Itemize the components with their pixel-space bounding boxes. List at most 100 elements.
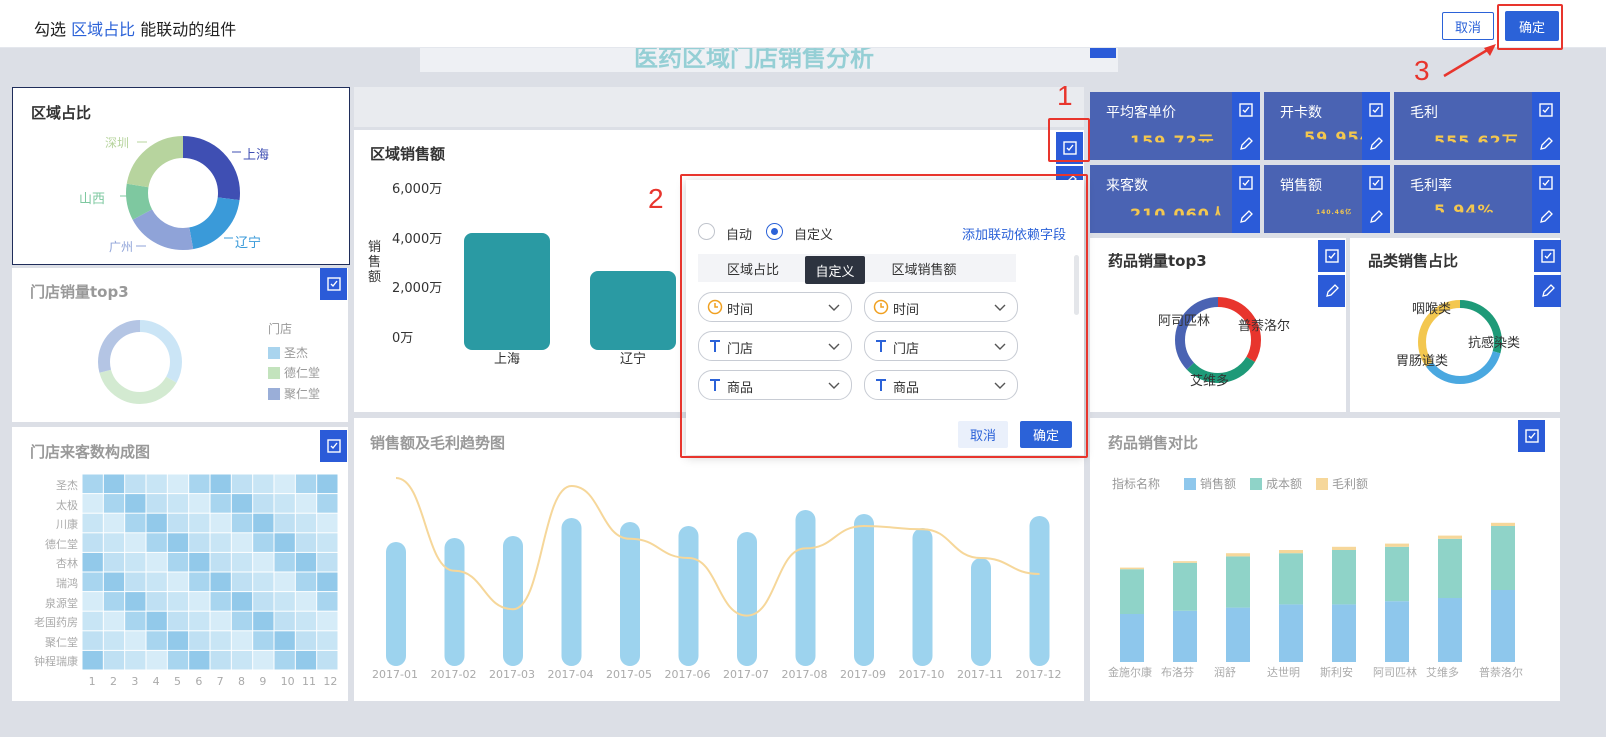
heatmap-cell bbox=[167, 611, 189, 631]
heatmap-row-label: 聚仁堂 bbox=[45, 635, 78, 649]
instruction-suffix: 能联动的组件 bbox=[140, 20, 237, 39]
link-checkbox-icon[interactable] bbox=[1318, 240, 1345, 272]
kpi-value: 159.72元 bbox=[1130, 132, 1215, 151]
top-cancel-button[interactable]: 取消 bbox=[1442, 12, 1494, 40]
x-tick-label: 2017-09 bbox=[840, 668, 886, 681]
edit-icon[interactable] bbox=[1538, 209, 1554, 225]
store-top3-panel[interactable]: 门店销量top3 门店 圣杰 德仁堂 聚仁堂 bbox=[12, 268, 348, 422]
bar bbox=[444, 538, 465, 666]
heatmap-cell bbox=[231, 572, 253, 592]
link-checkbox-icon[interactable] bbox=[1368, 175, 1384, 191]
heatmap-cell bbox=[103, 552, 125, 572]
heatmap-cell bbox=[146, 650, 167, 670]
edit-icon[interactable] bbox=[1238, 209, 1254, 225]
heatmap-row-label: 德仁堂 bbox=[45, 537, 78, 551]
instruction-highlight: 区域占比 bbox=[71, 20, 136, 39]
region-share-panel[interactable]: 区域占比 深圳 上海 山西 辽宁 广州 bbox=[12, 87, 350, 265]
heatmap-cell bbox=[103, 650, 125, 670]
drug-top3-panel[interactable]: 药品销量top3 阿司匹林 普萘洛尔 艾维多 bbox=[1090, 238, 1346, 412]
heatmap-cell bbox=[125, 611, 146, 631]
legend-label: 成本额 bbox=[1266, 477, 1303, 491]
legend-item[interactable]: 聚仁堂 bbox=[268, 385, 320, 402]
link-checkbox-icon[interactable] bbox=[1538, 175, 1554, 191]
kpi-actions bbox=[1532, 165, 1560, 233]
heatmap-cell bbox=[317, 631, 338, 650]
legend-label: 毛利额 bbox=[1332, 477, 1369, 491]
heatmap-cell bbox=[146, 552, 167, 572]
y-tick-label: 2,000万 bbox=[392, 281, 443, 296]
heatmap-cell bbox=[317, 533, 338, 552]
link-checkbox-icon[interactable] bbox=[1534, 240, 1561, 272]
heatmap-row-label: 泉源堂 bbox=[45, 596, 78, 610]
link-checkbox-icon[interactable] bbox=[320, 268, 347, 300]
link-checkbox-icon[interactable] bbox=[320, 430, 347, 462]
kpi-card[interactable]: 销售额 140.46亿 bbox=[1264, 165, 1390, 233]
legend-item[interactable]: 毛利额 bbox=[1316, 475, 1368, 492]
x-tick-label: 辽宁 bbox=[620, 352, 647, 367]
heatmap-col-label: 11 bbox=[302, 675, 316, 688]
edit-icon[interactable] bbox=[1538, 136, 1554, 152]
x-tick-label: 上海 bbox=[494, 352, 521, 367]
heatmap-cell bbox=[274, 533, 295, 552]
link-checkbox-icon[interactable] bbox=[1238, 102, 1254, 118]
edit-icon[interactable] bbox=[1368, 136, 1384, 152]
heatmap-cell bbox=[189, 494, 210, 513]
heatmap-cell bbox=[146, 494, 167, 513]
bar bbox=[1173, 561, 1197, 563]
x-tick-label: 2017-06 bbox=[664, 668, 711, 681]
edit-icon[interactable] bbox=[1318, 275, 1345, 307]
donut-label: 上海 bbox=[243, 148, 270, 163]
link-checkbox-icon[interactable] bbox=[1368, 102, 1384, 118]
kpi-actions bbox=[1532, 92, 1560, 160]
heatmap-cell bbox=[295, 474, 317, 494]
link-checkbox-icon[interactable] bbox=[1518, 420, 1545, 452]
bar bbox=[912, 528, 933, 666]
heatmap-cell bbox=[231, 474, 253, 494]
trend-panel[interactable]: 销售额及毛利趋势图 2017-01 2017-02 2017-03 2017-04 20… bbox=[354, 418, 1084, 701]
panel-title: 药品销售对比 bbox=[1108, 434, 1199, 452]
kpi-card[interactable]: 来客数 210,060人 bbox=[1090, 165, 1260, 233]
bar bbox=[386, 542, 406, 666]
x-tick-label: 布洛芬 bbox=[1161, 666, 1194, 679]
link-selection-bar: 勾选 区域占比 能联动的组件 取消 确定 bbox=[0, 0, 1606, 48]
donut-label: 山西 bbox=[79, 192, 106, 207]
x-tick-label: 2017-04 bbox=[547, 668, 594, 681]
heatmap-col-label: 3 bbox=[131, 675, 139, 688]
legend-item[interactable]: 圣杰 bbox=[268, 344, 308, 361]
panel-title: 销售额及毛利趋势图 bbox=[370, 434, 506, 452]
kpi-card[interactable]: 开卡数 59,954 bbox=[1264, 92, 1390, 160]
heatmap-cell bbox=[210, 494, 231, 513]
legend-item[interactable]: 销售额 bbox=[1184, 475, 1236, 492]
heatmap-row-label: 老国药房 bbox=[34, 616, 78, 630]
heatmap-cell bbox=[253, 533, 274, 552]
kpi-card[interactable]: 毛利率 5.94% bbox=[1394, 165, 1560, 233]
heatmap-cell bbox=[82, 474, 103, 494]
drug-compare-panel[interactable]: 药品销售对比 指标名称 销售额 成本额 毛利额 金施尔康 布洛芬 润舒 达世明 斯利安 阿… bbox=[1090, 418, 1560, 701]
category-share-panel[interactable]: 品类销售占比 咽喉类 抗感染类 胃肠道类 bbox=[1350, 238, 1560, 412]
heatmap-cell bbox=[125, 650, 146, 670]
heatmap-col-label: 1 bbox=[88, 675, 96, 688]
legend-item[interactable]: 成本额 bbox=[1250, 475, 1302, 492]
edit-icon[interactable] bbox=[1238, 136, 1254, 152]
heatmap-cell bbox=[189, 513, 210, 533]
kpi-card[interactable]: 平均客单价 159.72元 bbox=[1090, 92, 1260, 160]
bar bbox=[1491, 526, 1515, 590]
heatmap-cell bbox=[189, 552, 210, 572]
heatmap-cell bbox=[274, 611, 295, 631]
edit-icon[interactable] bbox=[1534, 275, 1561, 307]
heatmap-cell bbox=[103, 494, 125, 513]
heatmap-cell bbox=[82, 650, 103, 670]
kpi-card[interactable]: 毛利 555.62万 bbox=[1394, 92, 1560, 160]
legend-label: 德仁堂 bbox=[284, 366, 321, 380]
heatmap-grid bbox=[82, 474, 338, 670]
category-share-donut bbox=[1418, 300, 1502, 384]
heatmap-cell bbox=[125, 533, 146, 552]
edit-icon[interactable] bbox=[1368, 209, 1384, 225]
heatmap-cell bbox=[125, 494, 146, 513]
heatmap-cell bbox=[167, 513, 189, 533]
link-checkbox-icon[interactable] bbox=[1538, 102, 1554, 118]
legend-item[interactable]: 德仁堂 bbox=[268, 364, 320, 381]
heatmap-cell bbox=[210, 474, 231, 494]
heatmap-panel[interactable]: 门店来客数构成图 圣杰 太极 川康 德仁堂 杏林 瑞鸿 泉源堂 老国药房 聚仁堂 钟程瑞康 1 2 3 4… bbox=[12, 427, 348, 701]
link-checkbox-icon[interactable] bbox=[1238, 175, 1254, 191]
